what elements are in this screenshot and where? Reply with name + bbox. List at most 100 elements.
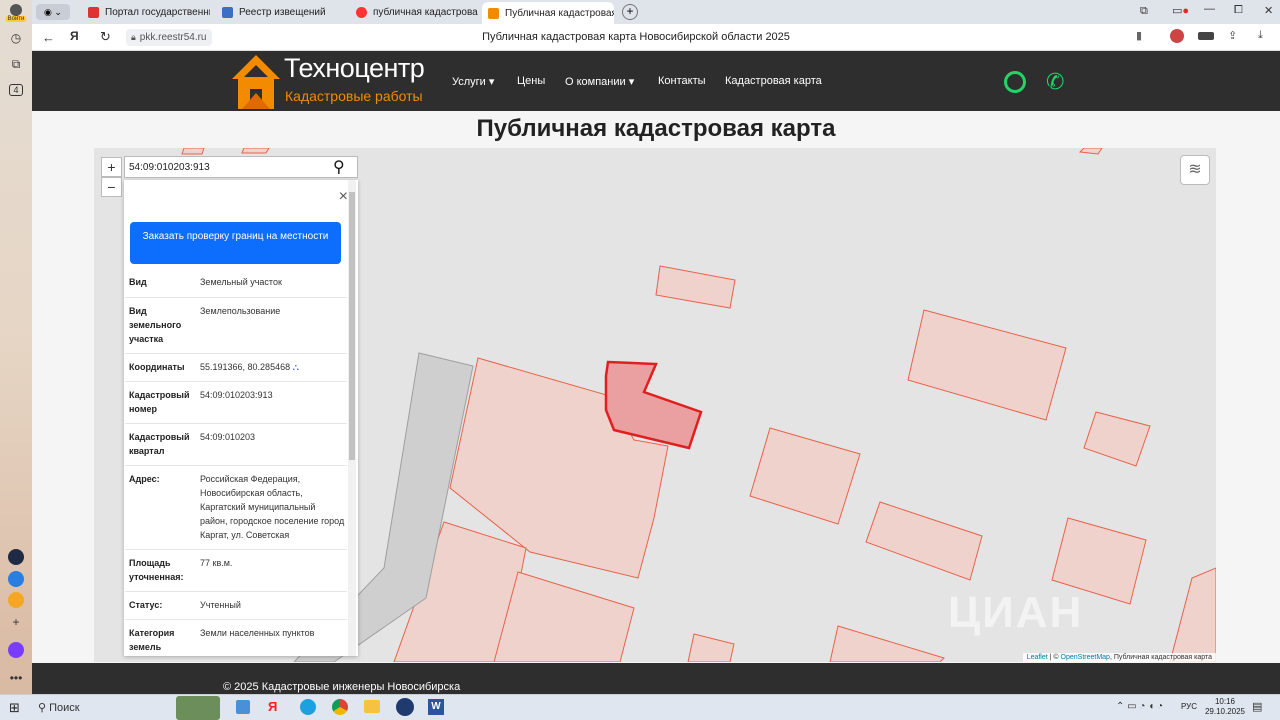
- parcel: [241, 148, 270, 154]
- page-title-bar: Публичная кадастровая карта Новосибирско…: [482, 31, 790, 43]
- vpn-icon[interactable]: [1198, 32, 1214, 40]
- clock[interactable]: 10:16 29.10.2025: [1204, 697, 1246, 717]
- history-icon[interactable]: ◷: [6, 28, 26, 48]
- browser-sidebar: Войти ◷ ⧉ 4 + •••: [0, 0, 32, 694]
- tab-yandex[interactable]: публичная кадастровая к: [350, 2, 478, 22]
- logo-title[interactable]: Техноцентр: [284, 53, 425, 84]
- tab-gosuslugi[interactable]: Портал государственных: [82, 2, 210, 22]
- taskview-icon[interactable]: [236, 700, 250, 714]
- edge-icon[interactable]: [300, 699, 316, 715]
- menu-cadastral-map[interactable]: Кадастровая карта: [725, 75, 822, 87]
- close-panel-button[interactable]: ×: [339, 188, 348, 206]
- flag-icon: [88, 6, 99, 18]
- parcel: [1078, 148, 1103, 155]
- word-icon[interactable]: W: [428, 699, 444, 715]
- site-footer: © 2025 Кадастровые инженеры Новосибирска: [32, 663, 1280, 694]
- parcel: [865, 501, 983, 581]
- windows-taskbar: ⊞ ⚲ Поиск Я W ⌃ ▭ ◔ ◖ ◔ РУС 10:16 29.10.2…: [0, 694, 1280, 720]
- windows-start-icon[interactable]: ⊞: [9, 700, 20, 716]
- parcel: [749, 427, 861, 525]
- profile-button[interactable]: Войти: [5, 2, 27, 24]
- logo-subtitle: Кадастровые работы: [285, 88, 423, 104]
- app-icon-3[interactable]: [8, 592, 24, 608]
- page-heading: Публичная кадастровая карта: [476, 115, 836, 142]
- restore-icon[interactable]: ⧠: [1234, 4, 1243, 17]
- yandex-icon: [356, 6, 367, 18]
- badge-count-icon[interactable]: 4: [6, 80, 26, 100]
- info-row-land-type: Вид земельного участка Землепользование: [125, 298, 347, 354]
- tab-active-map[interactable]: Публичная кадастровая✕: [482, 2, 614, 24]
- cian-watermark: ЦИАН: [948, 588, 1084, 637]
- parcel: [655, 265, 736, 309]
- site-navbar: Техноцентр Кадастровые работы Услуги ▾ Ц…: [32, 51, 1280, 111]
- logo-house-icon[interactable]: [230, 53, 282, 111]
- cadastral-search-input[interactable]: 54:09:010203:913: [124, 156, 358, 178]
- app-icon-1[interactable]: [8, 549, 24, 565]
- panel-scrollbar[interactable]: [348, 180, 356, 656]
- alice-icon[interactable]: [8, 642, 24, 658]
- minimize-icon[interactable]: —: [1204, 3, 1215, 15]
- phone-icon[interactable]: ✆: [1046, 69, 1064, 95]
- map-attribution: Leaflet | © OpenStreetMap, Публичная кад…: [1022, 653, 1216, 662]
- info-row-status: Статус: Учтенный: [125, 592, 347, 620]
- parcel: [1169, 567, 1216, 662]
- route-icon[interactable]: ⛬: [293, 362, 299, 372]
- tab-group-button[interactable]: ◉ ⌄: [36, 4, 70, 20]
- parcel: [687, 633, 735, 662]
- house-icon: [488, 7, 499, 19]
- new-tab-button[interactable]: +: [622, 4, 638, 20]
- tab-strip: ◉ ⌄ Портал государственных Реестр извеще…: [32, 0, 1280, 24]
- layers-icon[interactable]: ≋: [1180, 155, 1210, 185]
- share-icon[interactable]: ⇪: [1228, 29, 1237, 42]
- address-bar: ← Я ↻ 🔒︎ pkk.reestr54.ru Публичная кадаст…: [32, 24, 1280, 51]
- yandex-app-icon[interactable]: [396, 698, 414, 716]
- scrollbar-thumb[interactable]: [349, 192, 355, 460]
- search-icon[interactable]: ⚲: [333, 157, 345, 177]
- chrome-icon[interactable]: [332, 699, 348, 715]
- bookmark-icon[interactable]: ▮: [1136, 29, 1142, 42]
- explorer-icon[interactable]: [364, 700, 380, 713]
- app-icon-2[interactable]: [8, 571, 24, 587]
- leaflet-link[interactable]: Leaflet: [1027, 654, 1048, 661]
- tab-registry[interactable]: Реестр извещений: [216, 2, 344, 22]
- menu-contacts[interactable]: Контакты: [658, 75, 706, 87]
- order-check-button[interactable]: Заказать проверку границ на местности: [130, 222, 341, 264]
- menu-services[interactable]: Услуги ▾: [452, 75, 494, 88]
- search-glass-icon: ⚲: [38, 702, 47, 714]
- info-row-quarter: Кадастровый квартал 54:09:010203: [125, 424, 347, 466]
- parcel: [907, 309, 1067, 421]
- bookmark-alert-icon[interactable]: ▭●: [1172, 4, 1189, 17]
- zoom-in-button[interactable]: +: [101, 157, 122, 177]
- login-label: Войти: [5, 16, 27, 22]
- taskbar-search[interactable]: ⚲ Поиск: [38, 701, 80, 714]
- info-row-address: Адрес: Российская Федерация, Новосибирска…: [125, 466, 347, 550]
- collections-icon[interactable]: ⧉: [6, 54, 26, 74]
- close-window-icon[interactable]: ✕: [1264, 4, 1273, 17]
- downloads-icon[interactable]: ⤓: [1258, 29, 1263, 42]
- tab-list-icon[interactable]: ⧉: [1140, 5, 1148, 18]
- osm-link[interactable]: OpenStreetMap: [1061, 654, 1110, 661]
- emblem-icon: [222, 6, 233, 18]
- info-row-area: Площадь уточненная: 77 кв.м.: [125, 550, 347, 592]
- tray-icons[interactable]: ⌃ ▭ ◔ ◖ ◔: [1116, 701, 1163, 712]
- parcel: [1083, 411, 1151, 467]
- language-indicator[interactable]: РУС: [1181, 702, 1197, 711]
- more-icon[interactable]: •••: [6, 668, 26, 688]
- info-row-cadastral-number: Кадастровый номер 54:09:010203:913: [125, 382, 347, 424]
- avatar-icon: [10, 4, 22, 16]
- notifications-icon[interactable]: ▤: [1252, 700, 1262, 713]
- yandex-browser-icon[interactable]: Я: [268, 699, 277, 714]
- add-icon[interactable]: +: [6, 612, 26, 632]
- parcel: [493, 571, 635, 662]
- footer-copyright: © 2025 Кадастровые инженеры Новосибирска: [223, 681, 461, 693]
- extension-icon[interactable]: [1170, 29, 1184, 43]
- parcel: [181, 148, 205, 155]
- zoom-out-button[interactable]: −: [101, 177, 122, 197]
- menu-about[interactable]: О компании ▾: [565, 75, 634, 88]
- widgets-icon[interactable]: [176, 696, 220, 720]
- parcel: [829, 625, 945, 662]
- info-row-category: Категория земель Земли населенных пунктов: [129, 628, 315, 652]
- info-row-type: Вид Земельный участок: [125, 269, 347, 298]
- menu-prices[interactable]: Цены: [517, 75, 545, 87]
- whatsapp-icon[interactable]: [1004, 71, 1026, 93]
